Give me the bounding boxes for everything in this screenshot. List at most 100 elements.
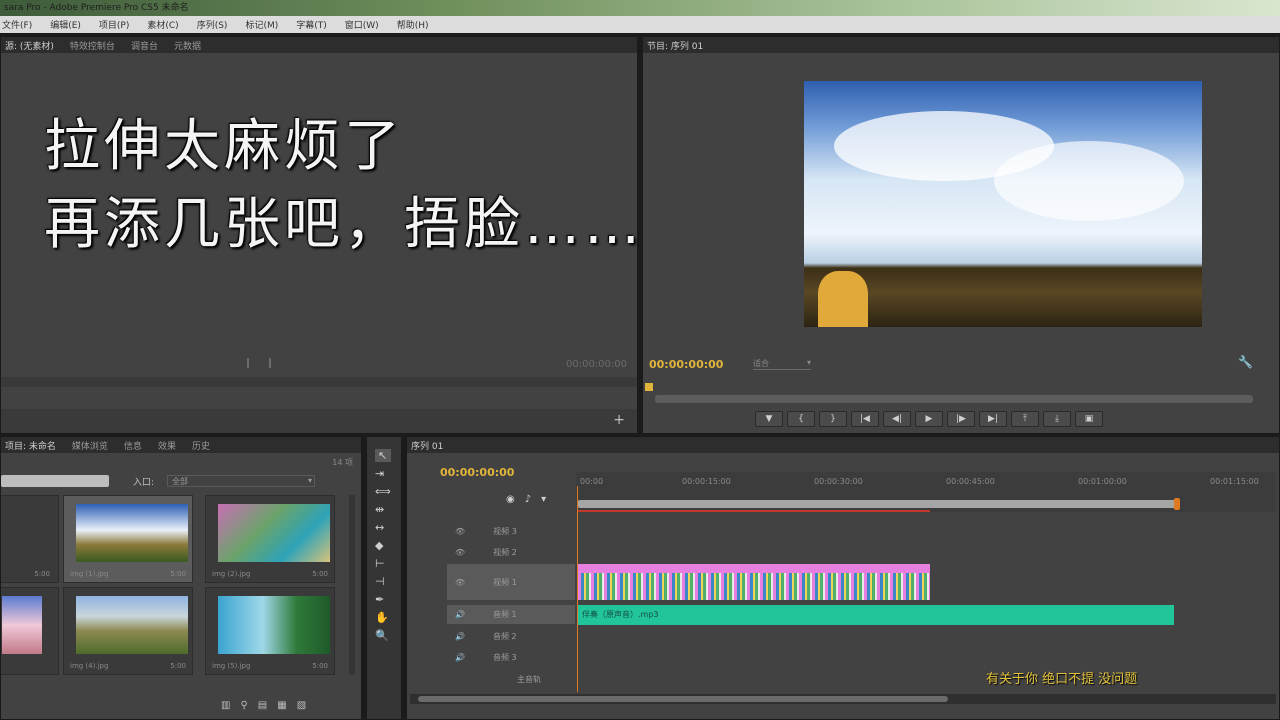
add-button-icon[interactable]: + (613, 412, 625, 428)
project-thumbnail-partial[interactable]: 5:00 (1, 495, 59, 583)
slip-tool-icon[interactable]: ⊢ (375, 557, 391, 570)
new-item-icon[interactable]: ▦ (277, 700, 286, 711)
source-scrub-bar[interactable] (1, 377, 637, 387)
speaker-icon[interactable]: 🔊 (455, 610, 465, 619)
track-select-tool-icon[interactable]: ⇥ (375, 467, 391, 480)
track-name: 音频 1 (492, 610, 517, 619)
menu-help[interactable]: 帮助(H) (397, 18, 429, 31)
wrench-icon[interactable]: 🔧 (1238, 355, 1253, 369)
step-back-button[interactable]: ◀| (883, 411, 911, 427)
rate-stretch-tool-icon[interactable]: ↔ (375, 521, 391, 534)
eye-icon[interactable]: 👁 (455, 548, 465, 557)
speaker-icon[interactable]: 🔊 (455, 632, 465, 641)
track-header-video-3[interactable]: 👁 视频 3 (447, 522, 575, 541)
eye-icon[interactable]: 👁 (455, 527, 465, 536)
chevron-down-icon: ▾ (806, 358, 811, 367)
slide-tool-icon[interactable]: ⊣ (375, 575, 391, 588)
go-to-out-button[interactable]: ▶| (979, 411, 1007, 427)
track-header-video-2[interactable]: 👁 视频 2 (447, 543, 575, 562)
project-thumbnail[interactable]: img (4).jpg 5:00 (63, 587, 193, 675)
tab-sequence[interactable]: 序列 01 (411, 439, 443, 452)
automate-to-sequence-icon[interactable]: ▥ (221, 700, 230, 711)
video-clip[interactable] (578, 564, 930, 600)
zoom-tool-icon[interactable]: 🔍 (375, 629, 391, 642)
hand-tool-icon[interactable]: ✋ (375, 611, 391, 624)
thumb-image (2, 596, 42, 654)
project-search-input[interactable] (1, 475, 109, 487)
source-zoom-icon[interactable] (247, 358, 271, 368)
go-to-in-button[interactable]: |◀ (851, 411, 879, 427)
overlay-caption: 拉伸太麻烦了 再添几张吧，捂脸…… (44, 108, 644, 264)
tab-effects[interactable]: 效果 (158, 439, 176, 452)
track-header-audio-1[interactable]: 🔊 音频 1 (447, 605, 575, 624)
set-encore-marker-icon[interactable]: ♪ (525, 494, 531, 505)
timeline-scrollbar[interactable] (410, 694, 1276, 704)
tab-program[interactable]: 节目: 序列 01 (647, 39, 703, 52)
program-timecode[interactable]: 00:00:00:00 (649, 358, 723, 371)
razor-tool-icon[interactable]: ◆ (375, 539, 391, 552)
audio-clip[interactable]: 伴奏（原声音）.mp3 (578, 605, 1174, 625)
work-area-bar[interactable] (578, 500, 1176, 508)
program-scrub-bar[interactable] (655, 395, 1253, 403)
tab-media-browser[interactable]: 媒体浏览 (72, 439, 108, 452)
track-header-video-1[interactable]: 👁 视频 1 (447, 564, 575, 600)
menu-marker[interactable]: 标记(M) (245, 18, 278, 31)
track-header-audio-2[interactable]: 🔊 音频 2 (447, 627, 575, 646)
selection-tool-icon[interactable]: ↖ (375, 449, 391, 462)
ruler-tick: 00:00:45:00 (946, 477, 995, 486)
tab-info[interactable]: 信息 (124, 439, 142, 452)
speaker-icon[interactable]: 🔊 (455, 653, 465, 662)
tab-source[interactable]: 源: (无素材) (5, 39, 54, 52)
entry-select[interactable]: 全部 ▾ (167, 475, 315, 487)
eye-icon[interactable]: 👁 (455, 578, 465, 587)
source-transport-bar: + (1, 409, 637, 433)
menu-file[interactable]: 文件(F) (2, 18, 32, 31)
menu-window[interactable]: 窗口(W) (345, 18, 379, 31)
export-frame-button[interactable]: ▣ (1075, 411, 1103, 427)
lift-button[interactable]: ⤒ (1011, 411, 1039, 427)
track-name: 视频 3 (493, 527, 517, 536)
menu-clip[interactable]: 素材(C) (147, 18, 178, 31)
tab-project[interactable]: 项目: 未命名 (5, 439, 56, 452)
project-scrollbar[interactable] (349, 495, 355, 675)
menu-project[interactable]: 项目(P) (99, 18, 129, 31)
find-icon[interactable]: ⚲ (240, 700, 247, 711)
project-thumbnail[interactable]: img (1).jpg 5:00 (63, 495, 193, 583)
snap-icon[interactable]: ◉ (506, 494, 515, 505)
menu-edit[interactable]: 编辑(E) (50, 18, 81, 31)
step-forward-button[interactable]: |▶ (947, 411, 975, 427)
timeline-scroll-thumb[interactable] (418, 696, 948, 702)
mark-out-button[interactable]: } (819, 411, 847, 427)
timeline-tab-row: 序列 01 (407, 437, 1279, 453)
work-area-end-marker[interactable] (1174, 498, 1180, 510)
track-header-master[interactable]: 主音轨 (447, 670, 575, 689)
program-zoom-select[interactable]: 适合 ▾ (753, 358, 811, 370)
ripple-edit-tool-icon[interactable]: ⟺ (375, 485, 391, 498)
pen-tool-icon[interactable]: ✒ (375, 593, 391, 606)
tools-panel: ↖ ⇥ ⟺ ⇹ ↔ ◆ ⊢ ⊣ ✒ ✋ 🔍 (366, 436, 402, 720)
thumb-duration: 5:00 (170, 662, 186, 670)
program-playhead-marker[interactable] (645, 383, 653, 391)
set-marker-button[interactable]: ▼ (755, 411, 783, 427)
thumb-image (76, 504, 188, 562)
rolling-edit-tool-icon[interactable]: ⇹ (375, 503, 391, 516)
extract-button[interactable]: ⤓ (1043, 411, 1071, 427)
project-thumbnail-partial[interactable] (1, 587, 59, 675)
ruler-tick: 00:00:30:00 (814, 477, 863, 486)
play-button[interactable]: ▶ (915, 411, 943, 427)
tab-audio-mixer[interactable]: 调音台 (131, 39, 158, 52)
tab-history[interactable]: 历史 (192, 439, 210, 452)
mark-in-button[interactable]: { (787, 411, 815, 427)
marker-icon[interactable]: ▾ (541, 494, 546, 505)
track-name: 音频 2 (492, 632, 517, 641)
project-thumbnail[interactable]: img (2).jpg 5:00 (205, 495, 335, 583)
timeline-timecode[interactable]: 00:00:00:00 (440, 466, 514, 479)
tab-metadata[interactable]: 元数据 (174, 39, 201, 52)
menu-title[interactable]: 字幕(T) (296, 18, 327, 31)
new-bin-icon[interactable]: ▤ (258, 700, 267, 711)
tab-effect-controls[interactable]: 特效控制台 (70, 39, 115, 52)
menu-sequence[interactable]: 序列(S) (197, 18, 228, 31)
project-thumbnail[interactable]: img (5).jpg 5:00 (205, 587, 335, 675)
delete-icon[interactable]: ▧ (297, 700, 306, 711)
track-header-audio-3[interactable]: 🔊 音频 3 (447, 648, 575, 667)
